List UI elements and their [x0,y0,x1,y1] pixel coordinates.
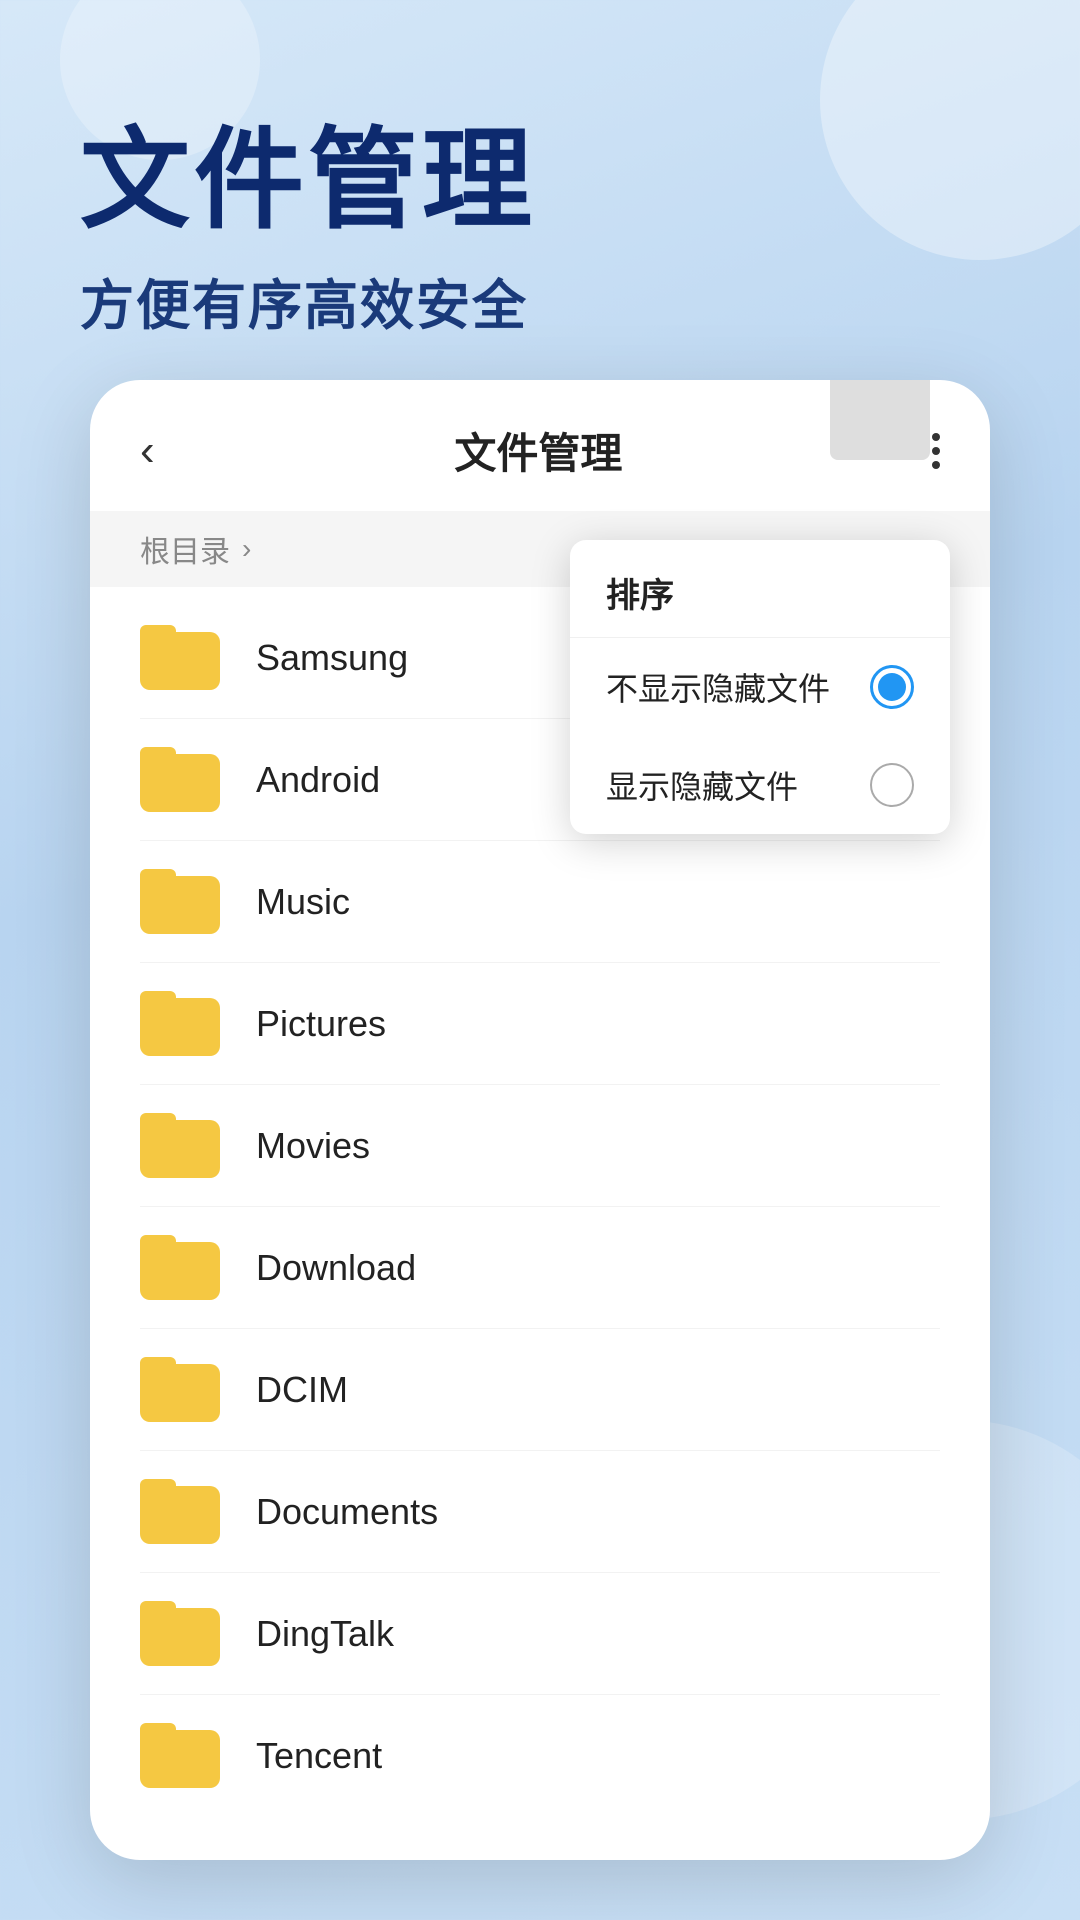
folder-body [140,1120,220,1178]
breadcrumb-arrow: › [242,533,251,565]
folder-body [140,1730,220,1788]
file-item[interactable]: DCIM [90,1329,990,1450]
app-bar: ‹ 文件管理 [90,380,990,511]
dropdown-item-hide-hidden[interactable]: 不显示隐藏文件 [570,638,950,736]
file-name: DingTalk [256,1613,394,1655]
folder-icon [140,1723,220,1788]
folder-body [140,632,220,690]
folder-icon [140,991,220,1056]
file-item[interactable]: Pictures [90,963,990,1084]
file-name: DCIM [256,1369,348,1411]
more-dot-2 [932,447,940,455]
folder-body [140,1364,220,1422]
dropdown-header-text: 排序 [606,577,674,615]
header-section: 文件管理 方便有序高效安全 [0,0,1080,400]
folder-body [140,1486,220,1544]
more-dot-1 [932,433,940,441]
folder-body [140,1608,220,1666]
file-item[interactable]: Tencent [90,1695,990,1816]
folder-body [140,1242,220,1300]
hide-hidden-label: 不显示隐藏文件 [606,664,830,710]
file-name: Tencent [256,1735,382,1777]
main-title: 文件管理 [80,120,1000,241]
dropdown-item-show-hidden[interactable]: 显示隐藏文件 [570,736,950,834]
radio-show-hidden-unselected[interactable] [870,763,914,807]
file-name: Music [256,881,350,923]
back-button[interactable]: ‹ [140,426,155,476]
radio-hide-hidden-selected[interactable] [870,665,914,709]
folder-icon [140,1113,220,1178]
dropdown-menu: 排序 不显示隐藏文件 显示隐藏文件 [570,540,950,834]
folder-icon [140,625,220,690]
phone-mockup: ‹ 文件管理 根目录 › 排序 不显示隐藏文件 显示隐藏文件 Samsung An… [90,380,990,1860]
folder-icon [140,1601,220,1666]
more-dot-3 [932,461,940,469]
file-item[interactable]: Documents [90,1451,990,1572]
file-name: Pictures [256,1003,386,1045]
folder-body [140,754,220,812]
radio-inner-dot [878,673,906,701]
dropdown-header: 排序 [570,540,950,638]
file-item[interactable]: Music [90,841,990,962]
file-name: Android [256,759,380,801]
file-item[interactable]: Download [90,1207,990,1328]
file-name: Samsung [256,637,408,679]
folder-body [140,998,220,1056]
file-item[interactable]: Movies [90,1085,990,1206]
sub-title: 方便有序高效安全 [80,261,1000,340]
app-bar-title: 文件管理 [185,420,892,481]
file-name: Movies [256,1125,370,1167]
folder-icon [140,869,220,934]
more-options-button[interactable] [932,433,940,469]
file-name: Download [256,1247,416,1289]
folder-icon [140,1235,220,1300]
folder-body [140,876,220,934]
folder-icon [140,747,220,812]
breadcrumb-text: 根目录 [140,527,230,571]
folder-icon [140,1479,220,1544]
folder-icon [140,1357,220,1422]
file-item[interactable]: DingTalk [90,1573,990,1694]
file-name: Documents [256,1491,438,1533]
show-hidden-label: 显示隐藏文件 [606,762,798,808]
